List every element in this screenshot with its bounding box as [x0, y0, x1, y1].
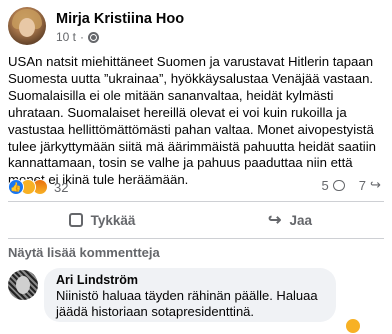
author-avatar[interactable] [8, 7, 46, 45]
reaction-summary[interactable]: 👍 32 [8, 178, 68, 196]
comment-text: Niinistö haluaa täyden rähinän päälle. H… [56, 288, 318, 319]
post-paragraph: USAn natsit miehittäneet Suomen ja varus… [8, 54, 374, 86]
post-body: USAn natsit miehittäneet Suomen ja varus… [8, 54, 386, 189]
avatar-face [19, 18, 35, 37]
like-label: Tykkää [90, 212, 136, 228]
post-meta: 10 t · [56, 30, 100, 44]
share-label: Jaa [289, 212, 312, 228]
share-count: 7 [358, 178, 366, 193]
comment-count: 5 [321, 178, 329, 193]
share-icon [370, 177, 382, 193]
comment-count-group[interactable]: 5 [322, 178, 345, 193]
thumbs-up-icon [68, 213, 83, 227]
post-time[interactable]: 10 t [56, 30, 76, 44]
view-more-comments-link[interactable]: Näytä lisää kommentteja [8, 245, 160, 260]
post-paragraph: Suomalaisilla ei ole mitään sananvaltaa,… [8, 87, 376, 188]
comment-author[interactable]: Ari Lindström [56, 273, 324, 287]
engagement-counts: 5 7 [322, 177, 382, 194]
divider [8, 238, 384, 239]
commenter-avatar[interactable] [8, 270, 38, 300]
globe-icon [88, 31, 100, 43]
comment-bubble: Ari Lindström Niinistö haluaa täyden räh… [44, 268, 336, 322]
post-header: Mirja Kristiina Hoo 10 t · [8, 6, 384, 46]
post-actions: Tykkää ↪ Jaa [8, 206, 384, 234]
share-button[interactable]: ↪ Jaa [196, 206, 384, 234]
comment-icon [332, 180, 345, 191]
post-author-name[interactable]: Mirja Kristiina Hoo [56, 11, 184, 27]
comment-item: Ari Lindström Niinistö haluaa täyden räh… [6, 268, 386, 334]
meta-separator: · [80, 30, 85, 44]
like-icon: 👍 [8, 179, 24, 195]
commenter-face [16, 276, 30, 294]
comment-reaction-icon[interactable] [345, 318, 361, 334]
reaction-count[interactable]: 32 [54, 180, 68, 195]
divider [8, 201, 384, 202]
share-count-group[interactable]: 7 [358, 177, 382, 194]
like-button[interactable]: Tykkää [8, 206, 196, 234]
share-arrow-icon: ↪ [268, 212, 282, 229]
